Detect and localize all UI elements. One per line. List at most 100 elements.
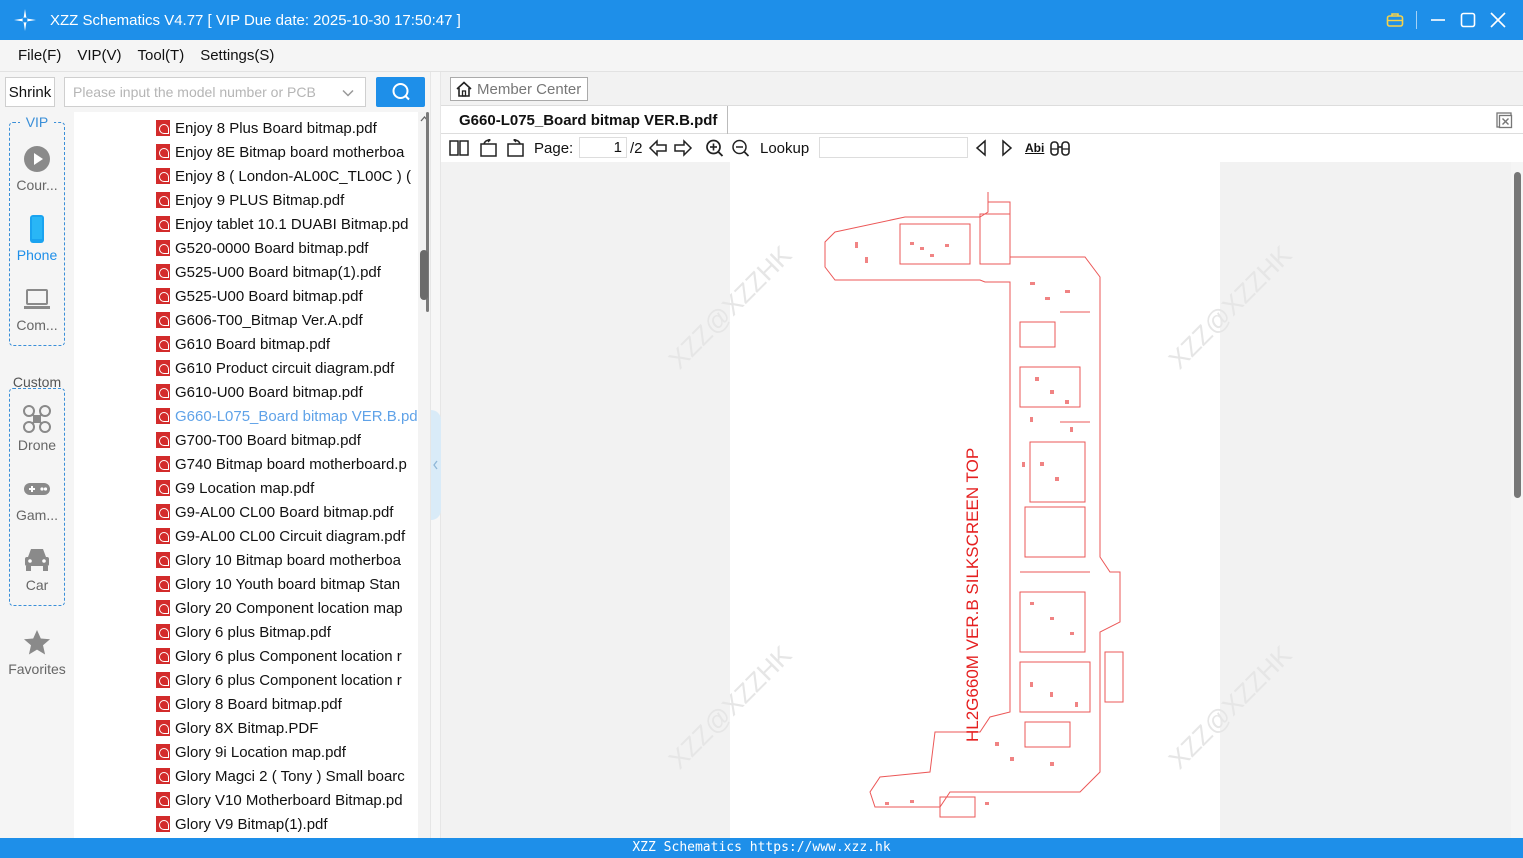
document-canvas[interactable]: XZZ@XZZHK XZZ@XZZHK XZZ@XZZHK XZZ@XZZHK	[441, 162, 1511, 838]
zoom-in-icon[interactable]	[705, 138, 725, 158]
phone-icon	[30, 215, 44, 243]
file-item[interactable]: Glory 8 Board bitmap.pdf	[156, 692, 418, 716]
file-name: G610-U00 Board bitmap.pdf	[175, 383, 363, 401]
file-item[interactable]: Enjoy 8E Bitmap board motherboa	[156, 140, 418, 164]
lookup-label: Lookup	[760, 139, 810, 157]
chevron-down-icon[interactable]	[341, 86, 355, 100]
pdf-file-icon	[156, 696, 170, 712]
file-name: Enjoy 8 Plus Board bitmap.pdf	[175, 119, 377, 137]
file-name: G520-0000 Board bitmap.pdf	[175, 239, 369, 257]
document-scrollbar[interactable]	[1511, 162, 1523, 838]
star-icon	[24, 630, 50, 655]
search-placeholder: Please input the model number or PCB	[73, 84, 316, 100]
file-name: Glory 6 plus Component location r	[175, 647, 402, 665]
next-page-icon[interactable]	[673, 138, 693, 158]
menu-file[interactable]: File(F)	[18, 47, 61, 64]
search-button[interactable]	[376, 77, 425, 107]
file-item[interactable]: Glory V10 Motherboard Bitmap.pd	[156, 788, 418, 812]
file-item[interactable]: G525-U00 Board bitmap(1).pdf	[156, 260, 418, 284]
file-item[interactable]: G610-U00 Board bitmap.pdf	[156, 380, 418, 404]
category-games[interactable]: Gam...	[0, 474, 74, 523]
file-item[interactable]: G610 Product circuit diagram.pdf	[156, 356, 418, 380]
pdf-file-icon	[156, 288, 170, 304]
panel-splitter[interactable]	[430, 72, 441, 838]
file-item[interactable]: G9-AL00 CL00 Circuit diagram.pdf	[156, 524, 418, 548]
binoculars-icon[interactable]	[1049, 138, 1071, 158]
lookup-input[interactable]	[819, 137, 968, 158]
file-name: G660-L075_Board bitmap VER.B.pd	[175, 407, 418, 425]
rotate-left-icon[interactable]	[479, 138, 499, 158]
pdf-file-icon	[156, 216, 170, 232]
rotate-right-icon[interactable]	[505, 138, 525, 158]
find-next-icon[interactable]	[999, 138, 1015, 158]
file-item[interactable]: Glory Magci 2 ( Tony ) Small boarc	[156, 764, 418, 788]
category-drone[interactable]: Drone	[0, 404, 74, 453]
briefcase-icon[interactable]	[1380, 0, 1410, 40]
close-button[interactable]	[1483, 0, 1513, 40]
shrink-button[interactable]: Shrink	[5, 77, 55, 107]
menu-vip[interactable]: VIP(V)	[77, 47, 121, 64]
file-name: Glory 20 Component location map	[175, 599, 403, 617]
category-courses[interactable]: Cour...	[0, 144, 74, 193]
find-previous-icon[interactable]	[973, 138, 989, 158]
search-input[interactable]: Please input the model number or PCB	[64, 77, 366, 107]
file-item[interactable]: Glory V9 Bitmap(1).pdf	[156, 812, 418, 836]
file-item[interactable]: G740 Bitmap board motherboard.p	[156, 452, 418, 476]
file-item[interactable]: Glory 6 plus Bitmap.pdf	[156, 620, 418, 644]
file-item[interactable]: G660-L075_Board bitmap VER.B.pd	[156, 404, 418, 428]
file-item[interactable]: Glory 20 Component location map	[156, 596, 418, 620]
file-list-scrollbar[interactable]	[418, 112, 430, 838]
document-tab-bar: G660-L075_Board bitmap VER.B.pdf	[441, 105, 1523, 134]
two-page-view-icon[interactable]	[449, 138, 469, 158]
maximize-button[interactable]	[1453, 0, 1483, 40]
scrollbar-thumb[interactable]	[420, 250, 428, 300]
file-item[interactable]: G9 Location map.pdf	[156, 476, 418, 500]
close-tab-icon[interactable]	[1495, 111, 1513, 129]
page-number-input[interactable]: 1	[579, 137, 627, 158]
file-name: Glory 6 plus Component location r	[175, 671, 402, 689]
menu-tool[interactable]: Tool(T)	[138, 47, 185, 64]
match-case-toggle[interactable]: Abi	[1025, 138, 1044, 158]
file-item[interactable]: G520-0000 Board bitmap.pdf	[156, 236, 418, 260]
pdf-file-icon	[156, 672, 170, 688]
menu-settings[interactable]: Settings(S)	[200, 47, 274, 64]
previous-page-icon[interactable]	[648, 138, 668, 158]
document-tab[interactable]: G660-L075_Board bitmap VER.B.pdf	[441, 106, 729, 134]
category-favorites[interactable]: Favorites	[0, 628, 74, 677]
category-phone[interactable]: Phone	[0, 214, 74, 263]
file-item[interactable]: G606-T00_Bitmap Ver.A.pdf	[156, 308, 418, 332]
file-item[interactable]: G525-U00 Board bitmap.pdf	[156, 284, 418, 308]
file-item[interactable]: Enjoy tablet 10.1 DUABI Bitmap.pd	[156, 212, 418, 236]
file-item[interactable]: Glory 10 Youth board bitmap Stan	[156, 572, 418, 596]
zoom-out-icon[interactable]	[731, 138, 751, 158]
file-name: Glory V10 Motherboard Bitmap.pd	[175, 791, 403, 809]
file-name: Glory 10 Bitmap board motherboa	[175, 551, 401, 569]
chevron-left-icon	[433, 460, 438, 470]
category-car[interactable]: Car	[0, 544, 74, 593]
pdf-file-icon	[156, 432, 170, 448]
window-title: XZZ Schematics V4.77 [ VIP Due date: 202…	[50, 11, 461, 29]
pdf-page[interactable]: XZZ@XZZHK XZZ@XZZHK XZZ@XZZHK XZZ@XZZHK	[663, 162, 1297, 838]
file-item[interactable]: Enjoy 8 ( London-AL00C_TL00C ) (	[156, 164, 418, 188]
file-item[interactable]: Glory 6 plus Component location r	[156, 644, 418, 668]
member-center-button[interactable]: Member Center	[450, 77, 588, 101]
file-item[interactable]: G9-AL00 CL00 Board bitmap.pdf	[156, 500, 418, 524]
pdf-file-icon	[156, 384, 170, 400]
pdf-file-icon	[156, 600, 170, 616]
file-item[interactable]: Glory 10 Bitmap board motherboa	[156, 548, 418, 572]
file-item[interactable]: G610 Board bitmap.pdf	[156, 332, 418, 356]
document-scrollbar-thumb[interactable]	[1514, 172, 1521, 498]
minimize-button[interactable]	[1423, 0, 1453, 40]
title-separator	[1416, 11, 1417, 29]
file-item[interactable]: Glory 6 plus Component location r	[156, 668, 418, 692]
file-item[interactable]: G700-T00 Board bitmap.pdf	[156, 428, 418, 452]
file-item[interactable]: Enjoy 9 PLUS Bitmap.pdf	[156, 188, 418, 212]
collapse-handle[interactable]	[431, 410, 441, 520]
category-computer[interactable]: Com...	[0, 284, 74, 333]
pdf-file-icon	[156, 168, 170, 184]
file-item[interactable]: Enjoy 8 Plus Board bitmap.pdf	[156, 116, 418, 140]
file-item[interactable]: Glory 8X Bitmap.PDF	[156, 716, 418, 740]
app-window: XZZ Schematics V4.77 [ VIP Due date: 202…	[0, 0, 1523, 858]
file-item[interactable]: Glory 9i Location map.pdf	[156, 740, 418, 764]
file-name: G525-U00 Board bitmap(1).pdf	[175, 263, 381, 281]
